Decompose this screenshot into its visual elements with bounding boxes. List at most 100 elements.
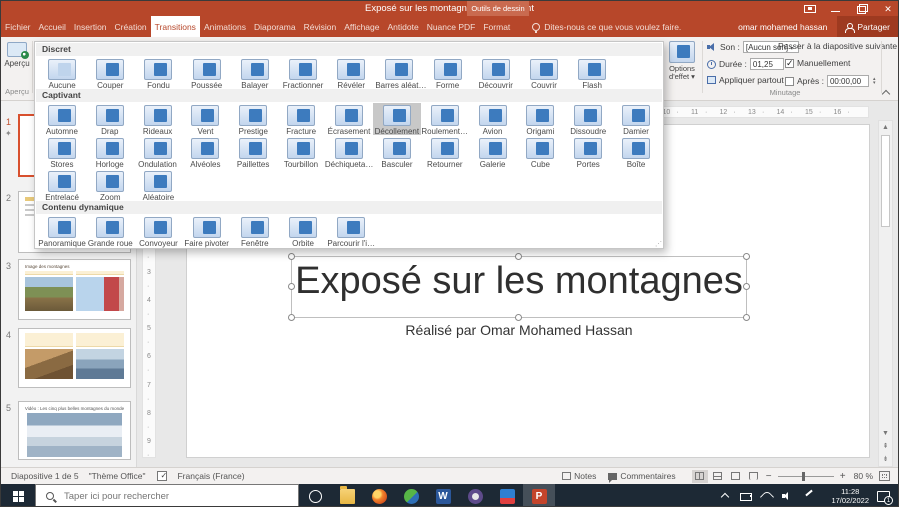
transition-convoyeur[interactable]: Convoyeur <box>134 215 182 248</box>
after-time-spinner[interactable]: ▴ ▾ <box>873 77 876 86</box>
transition-automne[interactable]: Automne <box>38 103 86 136</box>
tab-revision[interactable]: Révision <box>300 16 341 37</box>
transition-decouvrir[interactable]: Découvrir <box>472 57 520 90</box>
chevron-up-icon[interactable] <box>718 490 732 502</box>
transition-balayer[interactable]: Balayer <box>231 57 279 90</box>
transition-zoom[interactable]: Zoom <box>86 169 134 202</box>
transition-damier[interactable]: Damier <box>612 103 660 136</box>
ribbon-display-options-icon[interactable] <box>804 4 816 13</box>
zoom-percentage[interactable]: 80 % <box>854 471 873 481</box>
transition-cube[interactable]: Cube <box>517 136 565 169</box>
resize-handle[interactable] <box>288 314 295 321</box>
next-slide-icon[interactable]: ⇟ <box>880 454 891 465</box>
minimize-button[interactable] <box>830 4 842 14</box>
normal-view-button[interactable] <box>691 469 708 483</box>
tab-format[interactable]: Format <box>479 16 514 37</box>
tab-nuance-pdf[interactable]: Nuance PDF <box>423 16 480 37</box>
transition-avion[interactable]: Avion <box>469 103 517 136</box>
tab-creation[interactable]: Création <box>111 16 151 37</box>
transition-vent[interactable]: Vent <box>182 103 230 136</box>
transition-origami[interactable]: Origami <box>516 103 564 136</box>
transition-basculer[interactable]: Basculer <box>373 136 421 169</box>
transition-fracture[interactable]: Fracture <box>277 103 325 136</box>
powerpoint-taskbar-button[interactable]: P <box>523 484 555 506</box>
slide-thumbnail-4[interactable] <box>18 328 131 388</box>
taskbar-search[interactable] <box>35 484 299 506</box>
battery-icon[interactable] <box>739 490 753 502</box>
close-button[interactable]: ✕ <box>882 4 894 14</box>
transition-dissoudre[interactable]: Dissoudre <box>564 103 612 136</box>
transition-orbite[interactable]: Orbite <box>279 215 327 248</box>
tab-affichage[interactable]: Affichage <box>340 16 383 37</box>
tab-animations[interactable]: Animations <box>200 16 250 37</box>
slide-subtitle-text[interactable]: Réalisé par Omar Mohamed Hassan <box>291 322 747 338</box>
vertical-scrollbar[interactable]: ▲ ▼ ⇞ ⇟ <box>878 120 893 467</box>
tab-diaporama[interactable]: Diaporama <box>250 16 300 37</box>
volume-icon[interactable] <box>781 490 795 502</box>
transition-prestige[interactable]: Prestige <box>229 103 277 136</box>
tab-antidote[interactable]: Antidote <box>383 16 422 37</box>
resize-handle[interactable] <box>288 253 295 260</box>
zoom-slider-thumb[interactable] <box>801 471 805 481</box>
slide-thumbnail-5[interactable]: Vidéo : Les cinq plus belles montagnes d… <box>18 401 131 460</box>
transition-panoramique[interactable]: Panoramique <box>38 215 86 248</box>
transition-aleatoire[interactable]: Aléatoire <box>134 169 182 202</box>
scroll-up-icon[interactable]: ▲ <box>880 122 891 133</box>
transition-paillettes[interactable]: Paillettes <box>229 136 277 169</box>
preview-button[interactable]: Aperçu <box>4 40 30 82</box>
resize-handle[interactable] <box>515 314 522 321</box>
transition-dechiqueta[interactable]: Déchiqueta… <box>325 136 373 169</box>
title-textbox[interactable]: Exposé sur les montagnes <box>288 253 750 321</box>
zoom-out-button[interactable]: − <box>764 471 774 482</box>
signed-in-user[interactable]: omar mohamed hassan <box>738 22 827 32</box>
resize-handle[interactable] <box>743 253 750 260</box>
after-time-input[interactable]: 00:00,00 <box>826 75 869 87</box>
transition-forme[interactable]: Forme <box>424 57 472 90</box>
comments-button[interactable]: Commentaires <box>620 471 675 481</box>
transition-retourner[interactable]: Retourner <box>421 136 469 169</box>
scroll-down-icon[interactable]: ▼ <box>880 428 891 439</box>
gallery-resize-grip[interactable]: ⋰ <box>655 240 662 248</box>
tab-insertion[interactable]: Insertion <box>70 16 111 37</box>
transition-fondu[interactable]: Fondu <box>134 57 182 90</box>
transition-ecrasement[interactable]: Écrasement <box>325 103 373 136</box>
tab-transitions[interactable]: Transitions <box>150 16 200 37</box>
transition-roulement[interactable]: Roulement… <box>421 103 469 136</box>
resize-handle[interactable] <box>515 253 522 260</box>
cortana-taskbar-button[interactable] <box>299 484 331 506</box>
slide-sorter-view-button[interactable] <box>710 470 726 483</box>
transition-grande-roue[interactable]: Grande roue <box>86 215 134 248</box>
transition-decollement[interactable]: Décollement <box>372 103 421 136</box>
start-button[interactable] <box>1 484 35 506</box>
transition-couvrir[interactable]: Couvrir <box>520 57 568 90</box>
transition-aucune[interactable]: Aucune <box>38 57 86 90</box>
slideshow-view-button[interactable] <box>746 470 762 483</box>
pen-icon[interactable] <box>802 490 816 502</box>
transition-reveler[interactable]: Révéler <box>327 57 375 90</box>
reading-view-button[interactable] <box>728 470 744 483</box>
slide-thumbnail-3[interactable]: Image des montagnes <box>18 259 131 320</box>
transition-rideaux[interactable]: Rideaux <box>134 103 182 136</box>
transition-ondulation[interactable]: Ondulation <box>134 136 182 169</box>
advance-on-click-checkbox[interactable]: Manuellement <box>785 58 850 69</box>
transition-galerie[interactable]: Galerie <box>469 136 517 169</box>
transition-entrelace[interactable]: Entrelacé <box>38 169 86 202</box>
duration-input[interactable]: 01,25 <box>749 58 784 70</box>
media-player-taskbar-button[interactable] <box>459 484 491 506</box>
firefox-taskbar-button[interactable] <box>363 484 395 506</box>
transition-horloge[interactable]: Horloge <box>86 136 134 169</box>
file-explorer-taskbar-button[interactable] <box>331 484 363 506</box>
advance-after-checkbox[interactable]: Après : 00:00,00 ▴ ▾ <box>785 75 875 87</box>
action-center-icon[interactable]: 1 <box>877 490 893 505</box>
transition-fractionner[interactable]: Fractionner <box>279 57 327 90</box>
transition-stores[interactable]: Stores <box>38 136 86 169</box>
transition-barres-aleat[interactable]: Barres aléat… <box>375 57 426 90</box>
search-input[interactable] <box>62 489 262 503</box>
apply-to-all-button[interactable]: Appliquer partout <box>707 75 784 85</box>
effect-options-button[interactable]: Options d'effet ▾ <box>664 40 700 96</box>
transition-drap[interactable]: Drap <box>86 103 134 136</box>
transition-parcourir-l-i[interactable]: Parcourir l'i… <box>327 215 375 248</box>
bluestacks-taskbar-button[interactable] <box>491 484 523 506</box>
transition-faire-pivoter[interactable]: Faire pivoter <box>183 215 231 248</box>
transition-alveoles[interactable]: Alvéoles <box>181 136 229 169</box>
